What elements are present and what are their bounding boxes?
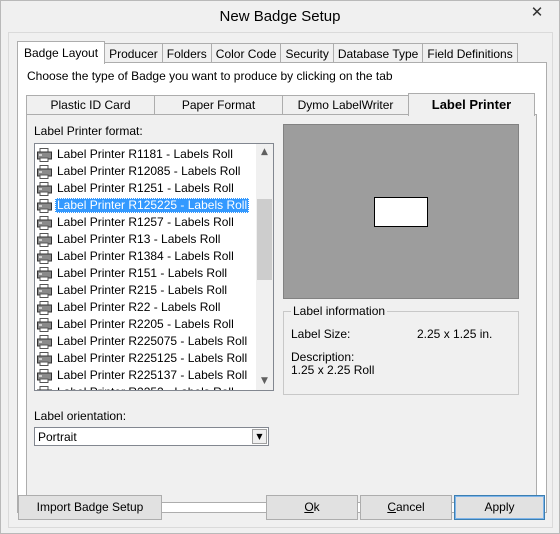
label-information-legend: Label information — [291, 304, 388, 318]
list-item-label: Label Printer R2252 - Labels Roll — [55, 385, 236, 390]
orientation-select[interactable]: Portrait ▼ — [34, 427, 269, 446]
list-item[interactable]: Label Printer R225075 - Labels Roll — [37, 333, 255, 350]
cancel-label-rest: ancel — [395, 500, 425, 514]
tab-producer[interactable]: Producer — [104, 43, 163, 63]
list-item-label: Label Printer R12085 - Labels Roll — [57, 164, 241, 178]
ok-button[interactable]: Ok — [266, 495, 358, 520]
list-item-label: Label Printer R1257 - Labels Roll — [57, 215, 234, 229]
main-tab-strip: Badge Layout Producer Folders Color Code Sec… — [17, 41, 518, 64]
tab-label-printer[interactable]: Label Printer — [408, 93, 535, 116]
scroll-down-arrow-icon[interactable]: ▼ — [256, 373, 273, 390]
tab-field-definitions[interactable]: Field Definitions — [422, 43, 518, 63]
orientation-label: Label orientation: — [34, 409, 127, 423]
description-value: 1.25 x 2.25 Roll — [291, 363, 375, 377]
title-bar[interactable]: New Badge Setup ✕ — [1, 1, 559, 32]
list-item[interactable]: Label Printer R1384 - Labels Roll — [37, 248, 255, 265]
tab-color-code[interactable]: Color Code — [210, 43, 282, 63]
label-printer-panel: Label Printer format: ▲ ▼ Label Printer … — [26, 114, 537, 503]
label-printer-icon — [37, 147, 53, 162]
badge-type-tab-strip: Plastic ID Card Paper Format Dymo LabelWri… — [26, 93, 535, 116]
tab-badge-layout[interactable]: Badge Layout — [17, 41, 106, 64]
badge-layout-panel: Choose the type of Badge you want to pro… — [17, 62, 547, 513]
window-title: New Badge Setup — [219, 8, 341, 25]
tab-database-type[interactable]: Database Type — [332, 43, 424, 63]
dialog-window: New Badge Setup ✕ Badge Layout Producer Fo… — [0, 0, 560, 534]
label-information-group: Label information Label Size: 2.25 x 1.2… — [283, 304, 519, 395]
list-item[interactable]: Label Printer R1257 - Labels Roll — [37, 214, 255, 231]
label-printer-icon — [37, 385, 53, 390]
instruction-text: Choose the type of Badge you want to pro… — [27, 69, 393, 83]
list-item[interactable]: Label Printer R12085 - Labels Roll — [37, 163, 255, 180]
list-item[interactable]: Label Printer R2252 - Labels Roll — [37, 384, 255, 390]
ok-accelerator: O — [304, 500, 314, 514]
list-item-label: Label Printer R1251 - Labels Roll — [57, 181, 234, 195]
list-item[interactable]: Label Printer R151 - Labels Roll — [37, 265, 255, 282]
label-printer-icon — [37, 215, 53, 230]
label-size-value: 2.25 x 1.25 in. — [417, 327, 493, 341]
label-printer-icon — [37, 249, 53, 264]
ok-label-rest: k — [313, 500, 320, 514]
list-item[interactable]: Label Printer R13 - Labels Roll — [37, 231, 255, 248]
list-item-label: Label Printer R225137 - Labels Roll — [57, 368, 248, 382]
list-item[interactable]: Label Printer R1251 - Labels Roll — [37, 180, 255, 197]
label-printer-icon — [37, 198, 53, 213]
list-item[interactable]: Label Printer R22 - Labels Roll — [37, 299, 255, 316]
list-item[interactable]: Label Printer R225125 - Labels Roll — [37, 350, 255, 367]
label-printer-icon — [37, 334, 53, 349]
tab-paper-format[interactable]: Paper Format — [154, 95, 283, 115]
label-printer-icon — [37, 283, 53, 298]
list-scrollbar[interactable]: ▲ ▼ — [256, 144, 273, 390]
label-printer-icon — [37, 351, 53, 366]
import-badge-setup-button[interactable]: Import Badge Setup — [18, 495, 162, 520]
label-printer-icon — [37, 164, 53, 179]
list-item-label: Label Printer R13 - Labels Roll — [57, 232, 221, 246]
list-item-label: Label Printer R225075 - Labels Roll — [57, 334, 248, 348]
list-item-label: Label Printer R225125 - Labels Roll — [57, 351, 248, 365]
list-item-label: Label Printer R1181 - Labels Roll — [57, 147, 233, 161]
tab-plastic-id-card[interactable]: Plastic ID Card — [26, 95, 155, 115]
label-preview — [283, 124, 519, 299]
cancel-button[interactable]: Cancel — [360, 495, 452, 520]
scrollbar-thumb[interactable] — [257, 199, 272, 280]
scroll-up-arrow-icon[interactable]: ▲ — [256, 144, 273, 161]
format-listbox[interactable]: ▲ ▼ Label Printer R1181 - Labels Roll Lab… — [34, 143, 274, 391]
list-item[interactable]: Label Printer R225137 - Labels Roll — [37, 367, 255, 384]
list-item[interactable]: Label Printer R2205 - Labels Roll — [37, 316, 255, 333]
tab-security[interactable]: Security — [280, 43, 334, 63]
label-printer-icon — [37, 266, 53, 281]
list-item-label: Label Printer R151 - Labels Roll — [57, 266, 228, 280]
cancel-accelerator: C — [387, 500, 396, 514]
list-item[interactable]: Label Printer R215 - Labels Roll — [37, 282, 255, 299]
label-printer-icon — [37, 181, 53, 196]
label-preview-shape — [374, 196, 428, 227]
list-item-label: Label Printer R2205 - Labels Roll — [57, 317, 234, 331]
label-printer-icon — [37, 300, 53, 315]
list-item-label: Label Printer R22 - Labels Roll — [57, 300, 221, 314]
format-label: Label Printer format: — [34, 124, 143, 138]
tab-folders[interactable]: Folders — [161, 43, 212, 63]
list-item[interactable]: Label Printer R1181 - Labels Roll — [37, 146, 255, 163]
label-printer-icon — [37, 232, 53, 247]
label-printer-icon — [37, 317, 53, 332]
description-caption: Description: — [291, 350, 355, 364]
close-icon[interactable]: ✕ — [522, 2, 552, 23]
label-size-caption: Label Size: — [291, 327, 351, 341]
dropdown-arrow-icon[interactable]: ▼ — [252, 429, 267, 444]
list-item-label: Label Printer R125225 - Labels Roll — [55, 198, 250, 213]
list-item-label: Label Printer R1384 - Labels Roll — [57, 249, 234, 263]
orientation-value: Portrait — [38, 430, 77, 444]
tab-dymo-labelwriter[interactable]: Dymo LabelWriter — [282, 95, 409, 115]
label-printer-icon — [37, 368, 53, 383]
list-item-label: Label Printer R215 - Labels Roll — [57, 283, 228, 297]
list-item[interactable]: Label Printer R125225 - Labels Roll — [37, 197, 255, 214]
dialog-client: Badge Layout Producer Folders Color Code Sec… — [8, 32, 553, 528]
apply-button[interactable]: Apply — [454, 495, 545, 520]
